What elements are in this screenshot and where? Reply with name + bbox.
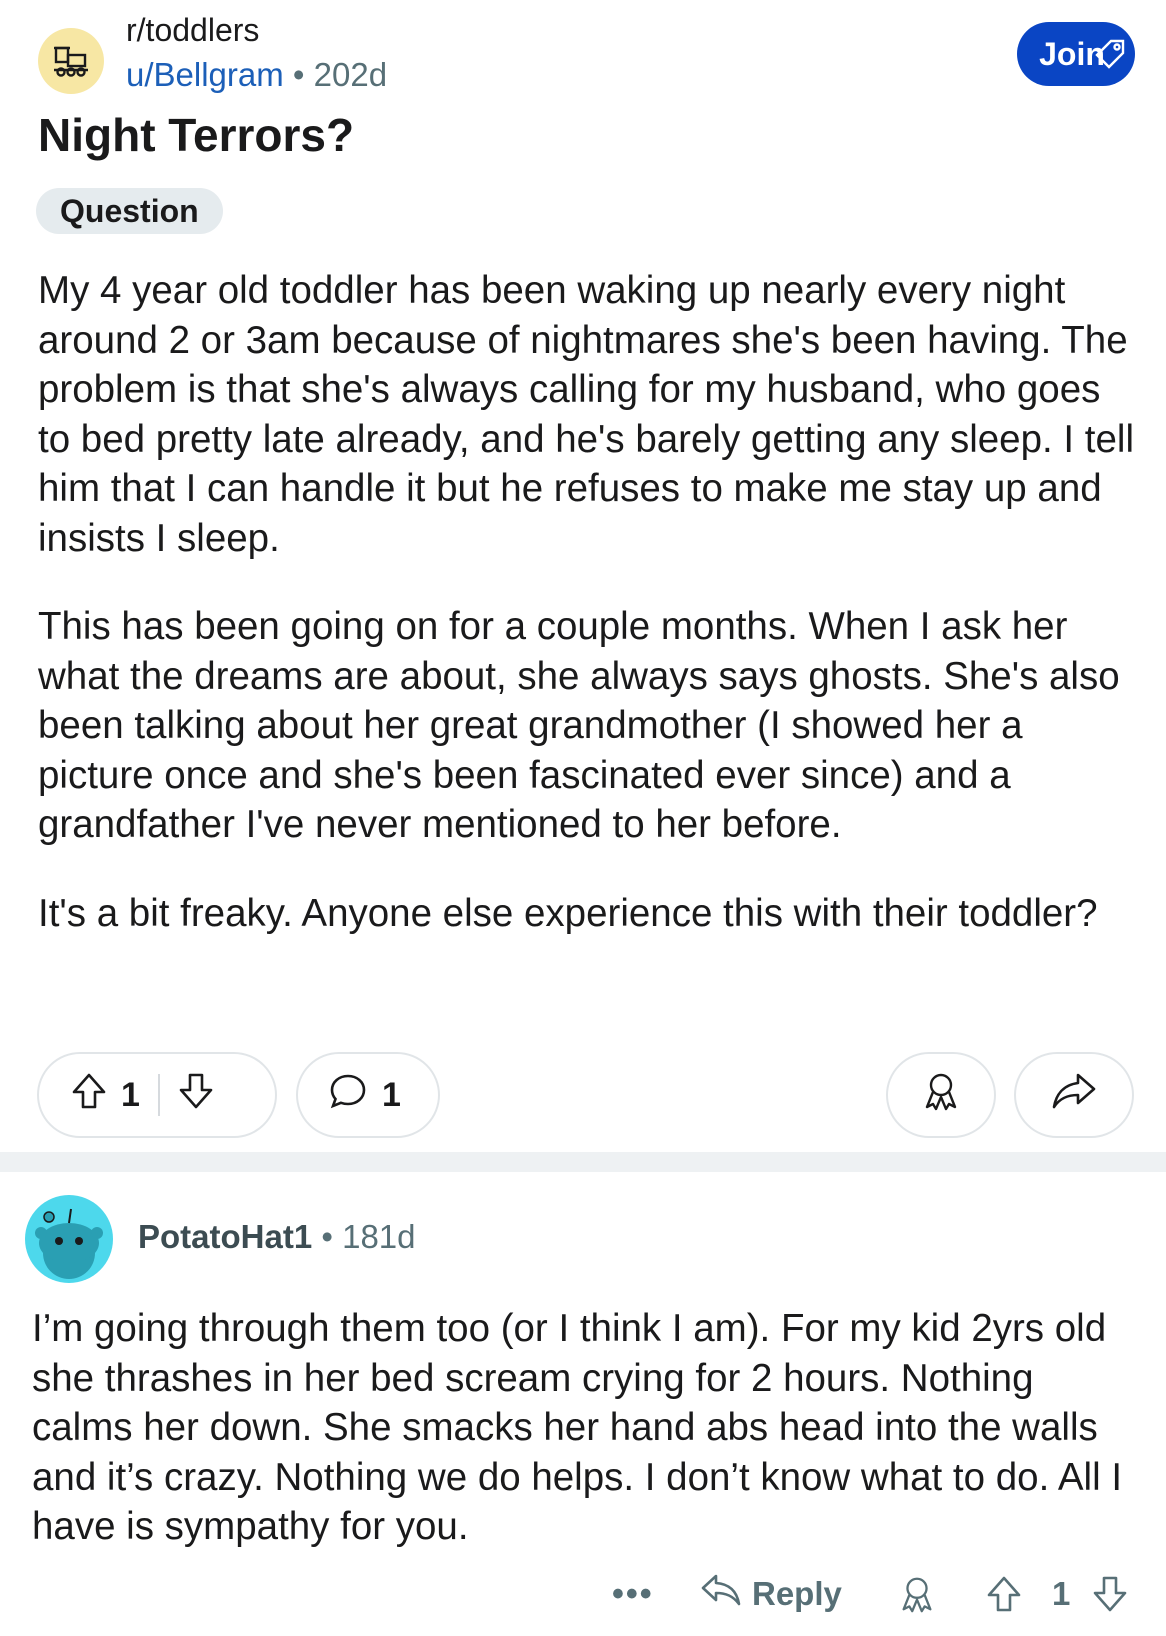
arrow-up-icon[interactable] bbox=[984, 1564, 1024, 1624]
join-button[interactable]: Join bbox=[1017, 22, 1135, 86]
speech-bubble-icon bbox=[328, 1071, 368, 1120]
comment-action-bar: ••• Reply 1 bbox=[0, 1564, 1166, 1624]
snoo-avatar-icon[interactable] bbox=[25, 1195, 113, 1283]
reply-button[interactable]: Reply bbox=[700, 1564, 842, 1624]
post-title[interactable]: Night Terrors? bbox=[38, 108, 354, 162]
arrow-down-icon[interactable] bbox=[176, 1071, 216, 1120]
comment-text: I’m going through them too (or I think I… bbox=[32, 1307, 1123, 1548]
comment-author[interactable]: PotatoHat1 bbox=[138, 1218, 312, 1255]
share-arrow-icon bbox=[1050, 1069, 1098, 1122]
comment-body: I’m going through them too (or I think I… bbox=[32, 1304, 1142, 1552]
tag-icon bbox=[1093, 35, 1129, 79]
award-icon bbox=[919, 1069, 963, 1122]
arrow-up-icon[interactable] bbox=[69, 1071, 109, 1120]
comment: PotatoHat1 • 181d I’m going through them… bbox=[0, 1172, 1166, 1636]
comments-button[interactable]: 1 bbox=[296, 1052, 440, 1138]
byline-separator: • bbox=[292, 56, 305, 93]
comment-separator: • bbox=[321, 1218, 333, 1255]
post-paragraph: My 4 year old toddler has been waking up… bbox=[38, 269, 1135, 560]
post: r/toddlers u/Bellgram • 202d Join Night … bbox=[0, 0, 1166, 1152]
post-author[interactable]: u/Bellgram bbox=[126, 56, 284, 93]
post-action-bar: 1 1 bbox=[0, 1052, 1166, 1140]
vote-control: 1 bbox=[37, 1052, 277, 1138]
post-body: My 4 year old toddler has been waking up… bbox=[38, 266, 1138, 977]
upvote-count: 1 bbox=[121, 1075, 140, 1114]
comment-header: PotatoHat1 • 181d bbox=[138, 1218, 416, 1256]
share-button[interactable] bbox=[1014, 1052, 1134, 1138]
post-flair[interactable]: Question bbox=[36, 188, 223, 234]
more-options-button[interactable]: ••• bbox=[612, 1564, 654, 1624]
toy-train-icon[interactable] bbox=[38, 28, 104, 94]
post-comment-divider bbox=[0, 1152, 1166, 1172]
post-paragraph: This has been going on for a couple mont… bbox=[38, 605, 1120, 846]
comment-count: 1 bbox=[382, 1075, 401, 1114]
post-paragraph: It's a bit freaky. Anyone else experienc… bbox=[38, 891, 1098, 935]
comment-score: 1 bbox=[1052, 1575, 1071, 1612]
reply-label: Reply bbox=[752, 1575, 842, 1612]
comment-age: 181d bbox=[342, 1218, 416, 1255]
award-icon[interactable] bbox=[896, 1564, 938, 1624]
post-age: 202d bbox=[313, 56, 388, 93]
vote-divider bbox=[157, 1074, 160, 1116]
award-button[interactable] bbox=[886, 1052, 996, 1138]
arrow-down-icon[interactable] bbox=[1090, 1564, 1130, 1624]
post-byline: u/Bellgram • 202d bbox=[126, 56, 387, 94]
subreddit-name[interactable]: r/toddlers bbox=[126, 12, 259, 49]
reply-arrow-icon bbox=[700, 1570, 742, 1618]
